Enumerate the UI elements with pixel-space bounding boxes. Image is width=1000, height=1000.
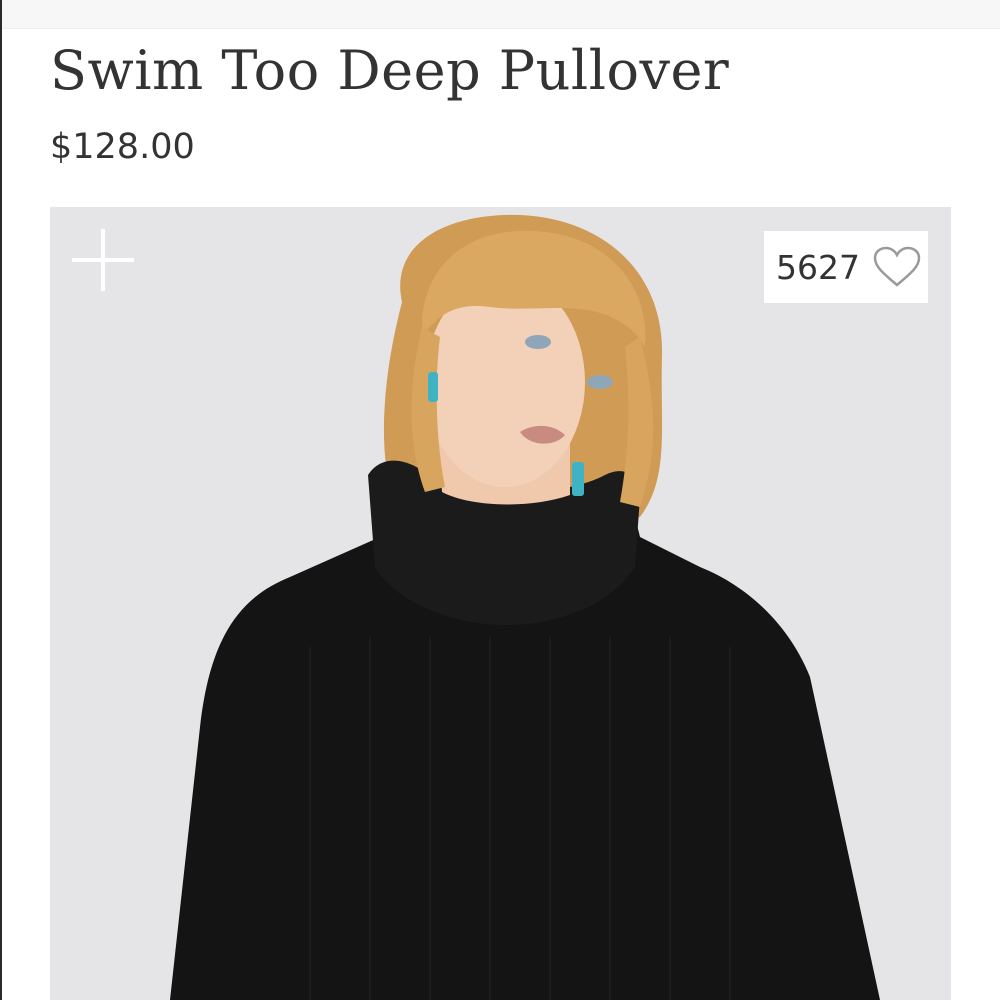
product-image[interactable]: 5627 (50, 207, 951, 1000)
heart-outline-icon (873, 246, 921, 287)
plus-icon (72, 229, 134, 291)
window-edge (0, 0, 2, 1000)
product-price: $128.00 (50, 127, 195, 167)
zoom-button[interactable] (70, 227, 136, 293)
favorite-count: 5627 (776, 247, 860, 287)
product-title: Swim Too Deep Pullover (50, 39, 730, 102)
favorite-button[interactable]: 5627 (764, 231, 928, 303)
model-photo (170, 214, 880, 1000)
top-bar (0, 0, 1000, 29)
